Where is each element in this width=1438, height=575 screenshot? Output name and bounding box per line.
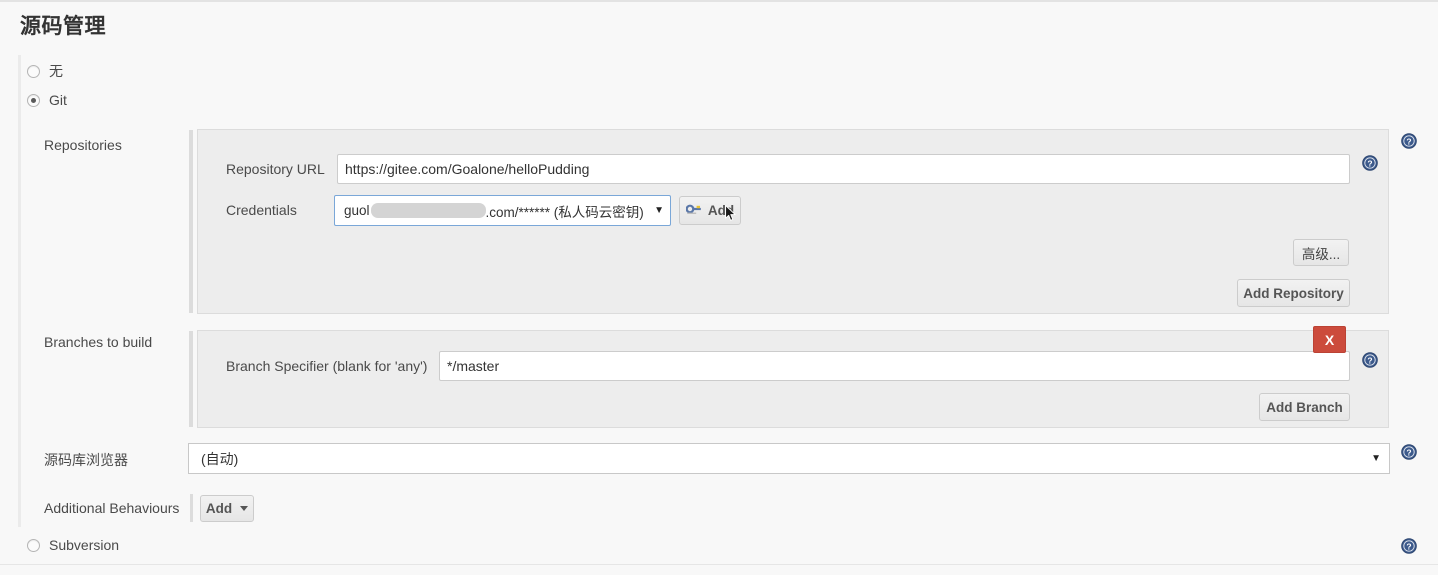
add-branch-button[interactable]: Add Branch bbox=[1259, 393, 1350, 421]
chevron-down-icon: ▼ bbox=[1371, 453, 1381, 464]
repository-browser-help-icon[interactable]: ? bbox=[1401, 444, 1417, 460]
scm-option-subversion-label: Subversion bbox=[49, 537, 120, 553]
credentials-label: Credentials bbox=[226, 202, 297, 218]
advanced-button-label: 高级... bbox=[1301, 246, 1341, 262]
add-behaviour-button[interactable]: Add bbox=[200, 495, 254, 522]
repository-browser-value: (自动) bbox=[201, 450, 239, 467]
svg-text:?: ? bbox=[1367, 356, 1372, 366]
repository-url-input[interactable] bbox=[337, 154, 1350, 184]
add-repository-button[interactable]: Add Repository bbox=[1237, 279, 1350, 307]
credentials-select[interactable]: guol .com/****** (私人码云密钥) ▼ bbox=[334, 195, 671, 226]
repositories-section-help-icon[interactable]: ? bbox=[1401, 133, 1417, 149]
radio-git[interactable] bbox=[27, 93, 40, 107]
branches-panel-rail bbox=[189, 331, 193, 427]
chevron-down-icon: ▼ bbox=[654, 205, 664, 216]
add-repository-label: Add Repository bbox=[1243, 285, 1344, 301]
credentials-value-prefix: guol bbox=[344, 203, 370, 218]
advanced-button[interactable]: 高级... bbox=[1293, 239, 1349, 266]
branch-specifier-input[interactable] bbox=[439, 351, 1350, 381]
scm-option-subversion[interactable]: Subversion bbox=[27, 537, 119, 553]
repositories-label: Repositories bbox=[44, 137, 122, 153]
subversion-help-icon[interactable]: ? bbox=[1401, 538, 1417, 554]
page-title: 源码管理 bbox=[20, 15, 106, 38]
svg-text:?: ? bbox=[1406, 448, 1411, 458]
credentials-value-suffix: .com/****** (私人码云密钥) bbox=[485, 204, 644, 220]
svg-text:?: ? bbox=[1406, 137, 1411, 147]
svg-text:?: ? bbox=[1367, 159, 1372, 169]
additional-behaviours-label: Additional Behaviours bbox=[44, 500, 180, 516]
svg-text:?: ? bbox=[1406, 542, 1411, 552]
git-section-rail bbox=[18, 55, 21, 527]
branch-specifier-label: Branch Specifier (blank for 'any') bbox=[226, 358, 428, 374]
scm-option-none-label: 无 bbox=[49, 63, 63, 79]
repository-url-label: Repository URL bbox=[226, 161, 325, 177]
credentials-value: guol .com/****** (私人码云密钥) bbox=[344, 201, 648, 221]
repositories-panel-rail bbox=[189, 130, 193, 313]
delete-branch-label: X bbox=[1324, 331, 1335, 348]
scm-option-git[interactable]: Git bbox=[27, 92, 67, 108]
repository-url-help-icon[interactable]: ? bbox=[1362, 155, 1378, 171]
add-credentials-label: Add bbox=[707, 203, 735, 218]
radio-subversion[interactable] bbox=[27, 538, 40, 552]
scm-option-none[interactable]: 无 bbox=[27, 61, 63, 81]
radio-none[interactable] bbox=[27, 64, 40, 78]
key-icon bbox=[685, 203, 702, 219]
add-credentials-button[interactable]: Add bbox=[679, 196, 741, 225]
credentials-redacted-block bbox=[370, 203, 486, 218]
add-branch-label: Add Branch bbox=[1266, 399, 1343, 415]
add-behaviour-label: Add bbox=[205, 501, 233, 516]
repository-browser-select[interactable]: (自动) ▼ bbox=[188, 443, 1390, 474]
branches-label: Branches to build bbox=[44, 334, 153, 350]
repository-browser-label: 源码库浏览器 bbox=[44, 452, 128, 468]
scm-config-page: 源码管理 无 Git Repositories Repository URL ?… bbox=[0, 0, 1438, 575]
delete-branch-button[interactable]: X bbox=[1313, 326, 1346, 353]
bottom-divider bbox=[0, 564, 1438, 565]
additional-behaviours-separator bbox=[190, 494, 193, 522]
chevron-down-icon bbox=[240, 506, 249, 511]
branch-specifier-help-icon[interactable]: ? bbox=[1362, 352, 1378, 368]
scm-option-git-label: Git bbox=[49, 92, 67, 108]
